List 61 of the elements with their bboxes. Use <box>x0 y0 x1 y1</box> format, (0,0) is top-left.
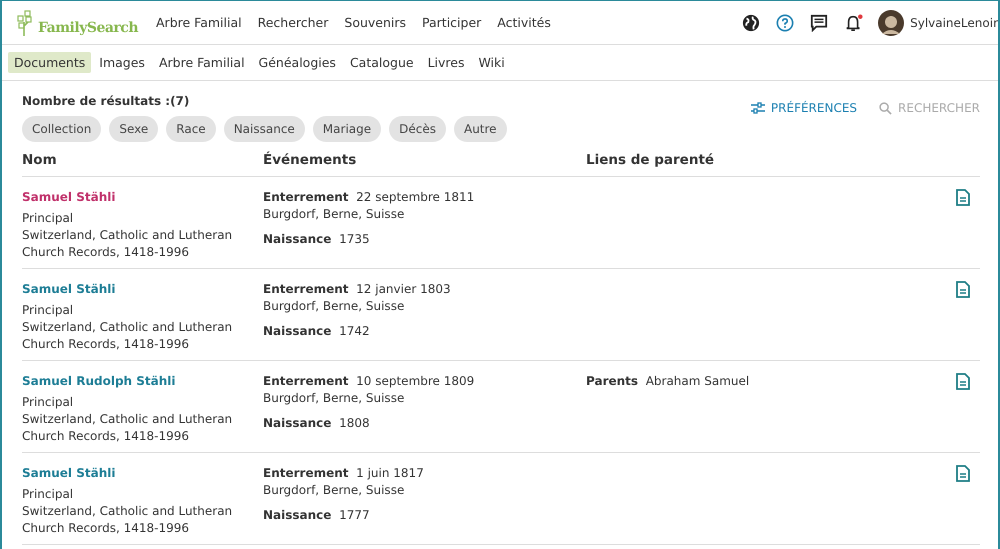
filter-chip[interactable]: Décès <box>389 116 446 142</box>
event-text: Enterrement 10 septembre 1809 <box>263 373 476 390</box>
record-name-link[interactable]: Samuel Rudolph Stähli <box>22 373 263 390</box>
nav-link[interactable]: Souvenirs <box>344 15 406 30</box>
nav-link[interactable]: Arbre Familial <box>156 15 242 30</box>
role-text: Principal <box>22 302 74 319</box>
filter-chip[interactable]: Collection <box>22 116 102 142</box>
nav-tab[interactable]: Arbre Familial <box>152 52 251 73</box>
nav-tab[interactable]: Documents <box>8 52 92 73</box>
place-text: Burgdorf, Berne, Suisse <box>263 482 406 499</box>
preferences-button[interactable]: PRÉFÉRENCES <box>750 101 858 115</box>
collection-text: Switzerland, Catholic and Lutheran Church Records, 1418-1996 <box>22 319 234 353</box>
collection-text: Switzerland, Catholic and Lutheran Church Records, 1418-1996 <box>22 411 234 445</box>
place-text: Burgdorf, Berne, Suisse <box>263 390 406 407</box>
filter-chip[interactable]: Autre <box>454 116 507 142</box>
role-text: Principal <box>22 210 74 227</box>
nav-tab[interactable]: Images <box>93 52 151 73</box>
document-icon[interactable] <box>956 281 970 298</box>
event-text: Naissance 1777 <box>263 507 371 524</box>
nav-link[interactable]: Participer <box>422 15 482 30</box>
filter-chip[interactable]: Race <box>166 116 216 142</box>
results-count: Nombre de résultats :(7) <box>22 94 190 108</box>
column-header: Événements <box>263 152 358 168</box>
column-header: Nom <box>22 152 58 168</box>
avatar-icon[interactable] <box>878 10 904 36</box>
relation-text: Parents Abraham Samuel <box>586 373 750 390</box>
event-text: Enterrement 12 janvier 1803 <box>263 281 452 298</box>
collection-text: Switzerland, Catholic and Lutheran Church Records, 1418-1996 <box>22 503 234 537</box>
event-text: Naissance 1742 <box>263 323 371 340</box>
event-text: Naissance 1735 <box>263 231 371 248</box>
globe-icon[interactable] <box>742 14 760 32</box>
collection-text: Switzerland, Catholic and Lutheran Church Records, 1418-1996 <box>22 227 234 261</box>
filter-chip[interactable]: Mariage <box>312 116 382 142</box>
record-name-link[interactable]: Samuel Stähli <box>22 189 263 206</box>
nav-link[interactable]: Rechercher <box>258 15 328 30</box>
place-text: Burgdorf, Berne, Suisse <box>263 298 406 315</box>
nav-tab[interactable]: Livres <box>422 52 470 73</box>
search-icon <box>879 102 892 114</box>
nav-tab[interactable]: Généalogies <box>252 52 342 73</box>
role-text: Principal <box>22 394 74 411</box>
record-name-link[interactable]: Samuel Stähli <box>22 281 263 298</box>
document-icon[interactable] <box>956 373 970 390</box>
help-icon[interactable] <box>776 14 794 32</box>
nav-tab[interactable]: Wiki <box>472 52 511 73</box>
chat-icon[interactable] <box>810 14 828 32</box>
place-text: Burgdorf, Berne, Suisse <box>263 206 406 223</box>
document-icon[interactable] <box>956 189 970 206</box>
record-name-link[interactable]: Samuel Stähli <box>22 465 263 482</box>
filter-chip[interactable]: Sexe <box>109 116 158 142</box>
user-name[interactable]: SylvaineLenoir <box>910 16 998 30</box>
sliders-icon <box>750 102 765 114</box>
column-header: Liens de parenté <box>586 152 716 168</box>
nav-tab[interactable]: Catalogue <box>344 52 420 73</box>
event-text: Enterrement 1 juin 1817 <box>263 465 425 482</box>
document-icon[interactable] <box>956 465 970 482</box>
filter-chip[interactable]: Naissance <box>224 116 305 142</box>
role-text: Principal <box>22 486 74 503</box>
event-text: Naissance 1808 <box>263 415 371 432</box>
bell-icon[interactable] <box>844 14 864 32</box>
event-text: Enterrement 22 septembre 1811 <box>263 189 476 206</box>
nav-link[interactable]: Activités <box>497 15 551 30</box>
